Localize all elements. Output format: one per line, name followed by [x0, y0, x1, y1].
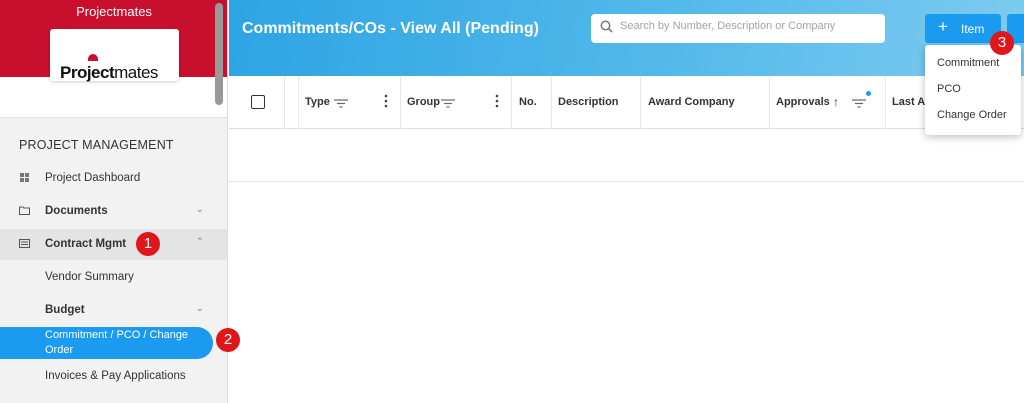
menu-item-commitment[interactable]: Commitment [937, 57, 999, 69]
column-header-group[interactable]: Group [401, 77, 512, 129]
search-input[interactable] [620, 20, 875, 32]
column-menu-icon[interactable] [384, 94, 388, 108]
active-filter-indicator [866, 91, 871, 96]
filter-icon[interactable] [852, 99, 866, 108]
column-header-label: Approvals [776, 96, 830, 108]
sidebar: Projectmates Projectmates PROJECT MANAGE… [0, 0, 228, 403]
chevron-down-icon: ⌄ [196, 204, 204, 214]
column-header-label: Last A [892, 96, 926, 108]
filter-icon[interactable] [441, 99, 455, 108]
sort-ascending-icon[interactable]: ↑ [833, 95, 839, 109]
page-title: Commitments/COs - View All (Pending) [242, 20, 539, 37]
sidebar-item-vendor-summary[interactable]: Vendor Summary [0, 264, 227, 290]
logo-mark-icon [88, 54, 98, 61]
chevron-up-icon: ⌃ [196, 236, 204, 246]
column-spacer [285, 77, 299, 129]
sidebar-item-budget[interactable]: Budget ⌄ [0, 297, 227, 323]
sidebar-item-label: Vendor Summary [45, 271, 134, 283]
folder-icon [19, 206, 30, 215]
sidebar-item-label: Documents [45, 205, 108, 217]
column-header-label: Group [407, 96, 440, 108]
contract-icon [19, 239, 30, 248]
sidebar-item-contract-mgmt[interactable]: Contract Mgmt ⌃ [0, 231, 227, 257]
sidebar-item-commitment-pco-change-order[interactable]: Commitment / PCO / Change Order [0, 327, 213, 359]
sidebar-item-label: Contract Mgmt [45, 238, 127, 250]
sidebar-item-label: Invoices & Pay Applications [45, 370, 186, 382]
column-header-label: Award Company [648, 96, 735, 108]
column-header-number[interactable]: No. [512, 77, 552, 129]
brand-title: Projectmates [76, 4, 152, 19]
menu-item-pco[interactable]: PCO [937, 83, 961, 95]
sidebar-item-label: Budget [45, 304, 85, 316]
section-label: PROJECT MANAGEMENT [19, 138, 174, 152]
dashboard-icon [20, 173, 29, 182]
select-all-column [229, 77, 285, 129]
search-icon [600, 20, 613, 33]
sidebar-item-label-line2: Order [45, 344, 74, 356]
search-box[interactable] [591, 14, 885, 43]
sidebar-item-invoices[interactable]: Invoices & Pay Applications [0, 363, 227, 389]
sidebar-scrollbar[interactable] [215, 3, 223, 105]
add-item-button-label: Item [961, 22, 985, 36]
column-header-description[interactable]: Description [552, 77, 641, 129]
menu-item-change-order[interactable]: Change Order [937, 109, 1007, 121]
column-header-award-company[interactable]: Award Company [641, 77, 770, 129]
column-menu-icon[interactable] [495, 94, 499, 108]
column-header-label: Type [305, 96, 330, 108]
step-badge-2: 2 [216, 328, 240, 352]
table-divider [229, 181, 1024, 182]
column-header-label: Description [558, 96, 619, 108]
sidebar-item-project-dashboard[interactable]: Project Dashboard [0, 165, 227, 191]
select-all-checkbox[interactable] [251, 95, 265, 109]
column-header-approvals[interactable]: Approvals ↑ [770, 77, 886, 129]
step-badge-3: 3 [990, 31, 1014, 55]
sidebar-item-documents[interactable]: Documents ⌄ [0, 198, 227, 224]
step-badge-1: 1 [136, 232, 160, 256]
table-header: Type Group No. Description Award Company… [229, 77, 1024, 129]
sidebar-spacer [0, 77, 227, 118]
sidebar-item-label: Project Dashboard [45, 172, 141, 184]
filter-icon[interactable] [334, 99, 348, 108]
plus-icon: + [938, 17, 948, 36]
logo-text-light: mates [114, 63, 158, 82]
sidebar-item-label-line1: Commitment / PCO / Change [45, 329, 189, 341]
add-item-dropdown: Commitment PCO Change Order [925, 45, 1021, 135]
logo[interactable]: Projectmates [50, 29, 179, 82]
chevron-down-icon: ⌄ [196, 303, 204, 313]
logo-text-bold: Project [60, 63, 115, 82]
column-header-label: No. [519, 96, 537, 108]
page-header: Commitments/COs - View All (Pending) + I… [229, 0, 1024, 76]
column-header-type[interactable]: Type [299, 77, 401, 129]
